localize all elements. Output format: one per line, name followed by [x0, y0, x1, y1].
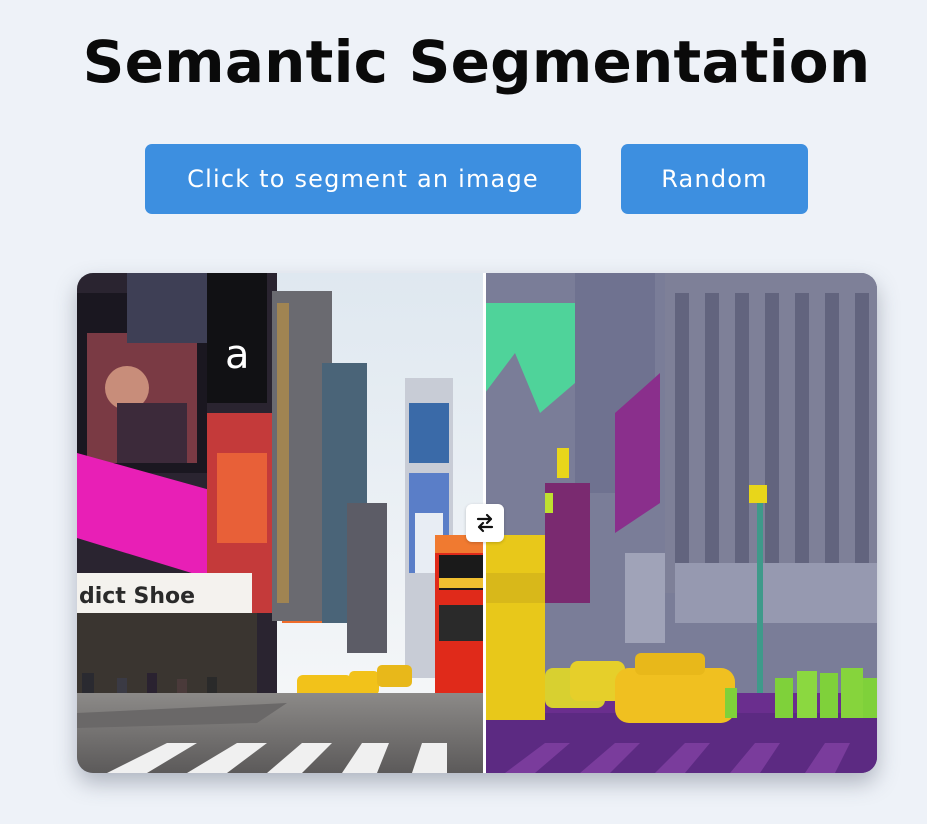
store-sign: dict Shoe [79, 584, 195, 609]
swap-horizontal-icon [476, 513, 494, 533]
slider-handle[interactable] [466, 504, 504, 542]
random-button[interactable]: Random [621, 144, 808, 214]
segmented-image [485, 273, 877, 773]
svg-text:a: a [225, 332, 250, 378]
segment-image-button[interactable]: Click to segment an image [145, 144, 581, 214]
page-title: Semantic Segmentation [82, 28, 871, 96]
comparison-slider[interactable]: a dict Shoe [77, 273, 877, 773]
page: Semantic Segmentation Click to segment a… [0, 0, 927, 824]
original-image: a dict Shoe [77, 273, 485, 773]
